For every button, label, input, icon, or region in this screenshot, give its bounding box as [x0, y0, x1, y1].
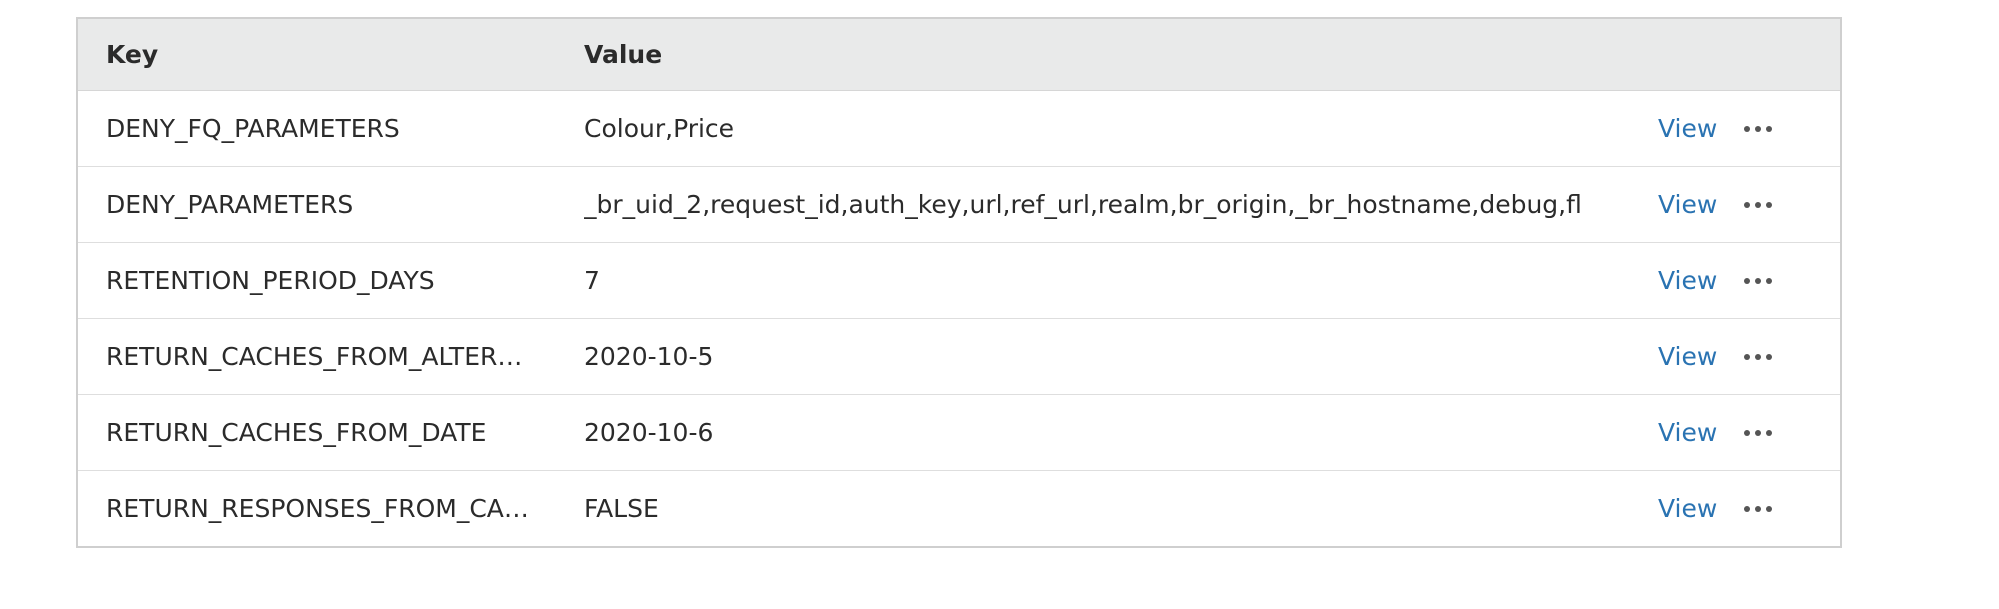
row-value: FALSE [584, 494, 659, 523]
more-horizontal-icon[interactable] [1743, 193, 1773, 217]
row-key: RETURN_CACHES_FROM_ALTER… [106, 342, 523, 371]
view-link[interactable]: View [1658, 190, 1717, 219]
more-horizontal-icon[interactable] [1743, 117, 1773, 141]
view-link[interactable]: View [1658, 266, 1717, 295]
table-row: RETENTION_PERIOD_DAYS 7 View [78, 243, 1840, 319]
row-actions: View [1634, 190, 1840, 219]
row-value: 7 [584, 266, 600, 295]
row-value: 2020-10-5 [584, 342, 714, 371]
row-key: DENY_FQ_PARAMETERS [106, 114, 400, 143]
table-row: DENY_FQ_PARAMETERS Colour,Price View [78, 91, 1840, 167]
view-link[interactable]: View [1658, 494, 1717, 523]
view-link[interactable]: View [1658, 418, 1717, 447]
key-value-table: Key Value DENY_FQ_PARAMETERS Colour,Pric… [76, 17, 1842, 548]
row-value: 2020-10-6 [584, 418, 714, 447]
row-key: RETURN_CACHES_FROM_DATE [106, 418, 487, 447]
more-horizontal-icon[interactable] [1743, 345, 1773, 369]
row-value: _br_uid_2,request_id,auth_key,url,ref_ur… [584, 190, 1582, 219]
table-row: RETURN_RESPONSES_FROM_CA… FALSE View [78, 471, 1840, 546]
table-row: DENY_PARAMETERS _br_uid_2,request_id,aut… [78, 167, 1840, 243]
view-link[interactable]: View [1658, 342, 1717, 371]
row-value: Colour,Price [584, 114, 735, 143]
table-row: RETURN_CACHES_FROM_ALTER… 2020-10-5 View [78, 319, 1840, 395]
row-actions: View [1634, 114, 1840, 143]
row-actions: View [1634, 266, 1840, 295]
table-row: RETURN_CACHES_FROM_DATE 2020-10-6 View [78, 395, 1840, 471]
row-key: RETURN_RESPONSES_FROM_CA… [106, 494, 529, 523]
header-key: Key [106, 40, 159, 69]
table-header: Key Value [78, 19, 1840, 91]
row-actions: View [1634, 342, 1840, 371]
more-horizontal-icon[interactable] [1743, 497, 1773, 521]
more-horizontal-icon[interactable] [1743, 269, 1773, 293]
header-value: Value [584, 40, 663, 69]
row-actions: View [1634, 418, 1840, 447]
more-horizontal-icon[interactable] [1743, 421, 1773, 445]
row-key: DENY_PARAMETERS [106, 190, 354, 219]
row-actions: View [1634, 494, 1840, 523]
view-link[interactable]: View [1658, 114, 1717, 143]
row-key: RETENTION_PERIOD_DAYS [106, 266, 435, 295]
